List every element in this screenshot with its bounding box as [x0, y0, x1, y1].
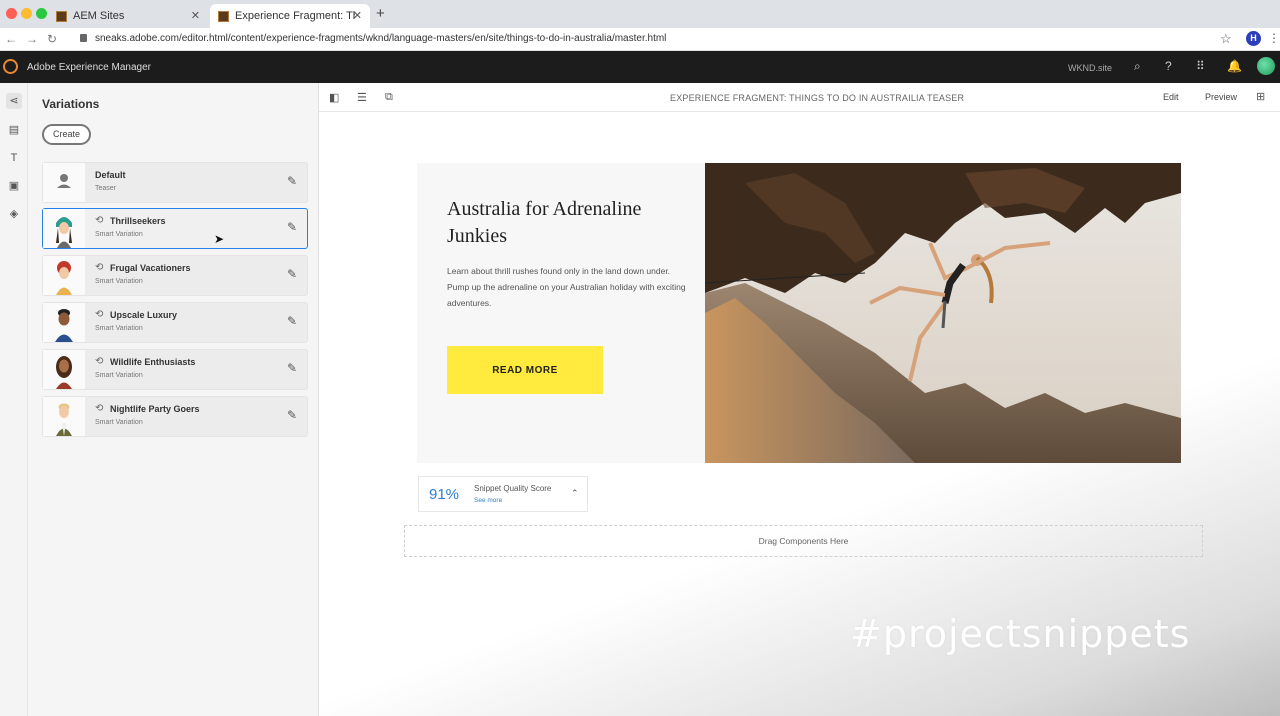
- browser-menu-icon[interactable]: ⋮: [1268, 31, 1280, 45]
- properties-sliders-icon[interactable]: ☰: [357, 91, 367, 104]
- variation-item-upscale-luxury[interactable]: ⟲ Upscale Luxury Smart Variation ✎: [42, 302, 308, 343]
- watermark-hashtag: #projectsnippets: [850, 612, 1191, 656]
- variation-name: Nightlife Party Goers: [110, 404, 200, 414]
- tab-title: Experience Fragment: Thi...: [235, 10, 355, 22]
- content-tree-icon[interactable]: T: [6, 150, 22, 166]
- smart-variation-icon: ⟲: [95, 309, 104, 320]
- back-icon[interactable]: ←: [5, 32, 17, 46]
- smart-variation-icon: ⟲: [95, 262, 104, 273]
- upscale-luxury-avatar: [43, 303, 85, 342]
- variation-item-thrillseekers[interactable]: ⟲ Thrillseekers Smart Variation ✎: [42, 208, 308, 249]
- variation-subtitle: Smart Variation: [95, 372, 143, 379]
- layers-icon[interactable]: ◈: [6, 206, 22, 222]
- nightlife-party-goer-avatar: [43, 397, 85, 436]
- edit-pencil-icon[interactable]: ✎: [287, 361, 297, 375]
- variation-subtitle: Smart Variation: [95, 325, 143, 332]
- variation-name: Default: [95, 170, 126, 180]
- annotations-icon[interactable]: ⊞: [1256, 90, 1265, 103]
- site-switcher[interactable]: WKND.site: [1068, 63, 1112, 73]
- teaser-title: Australia for Adrenaline Junkies: [447, 198, 642, 247]
- edit-pencil-icon[interactable]: ✎: [287, 220, 297, 234]
- search-icon[interactable]: ⌕: [1134, 59, 1141, 74]
- assets-icon[interactable]: ▤: [6, 122, 22, 138]
- close-tab-icon[interactable]: ✕: [353, 9, 362, 22]
- variation-subtitle: Teaser: [95, 185, 117, 192]
- drop-zone[interactable]: Drag Components Here: [404, 525, 1203, 557]
- editor-toolbar: ◧ ☰ ⧉ EXPERIENCE FRAGMENT: THINGS TO DO …: [319, 83, 1280, 112]
- variations-panel: Variations Create Default Teaser ✎ ⟲ Thr…: [28, 83, 319, 716]
- thrillseeker-avatar: [43, 209, 85, 248]
- apps-grid-icon[interactable]: ⠿: [1196, 59, 1205, 73]
- wildlife-enthusiast-avatar: [43, 350, 85, 389]
- snippet-quality-score-card[interactable]: 91% Snippet Quality Score See more ⌃: [418, 476, 588, 512]
- variation-subtitle: Smart Variation: [95, 278, 143, 285]
- edit-pencil-icon[interactable]: ✎: [287, 314, 297, 328]
- variation-name: Wildlife Enthusiasts: [110, 357, 196, 367]
- browser-tab-aem-sites[interactable]: AEM Sites ✕: [48, 4, 208, 28]
- aem-favicon-icon: [56, 10, 67, 22]
- default-user-icon: [43, 163, 85, 202]
- see-more-link[interactable]: See more: [474, 497, 502, 504]
- address-bar: ← → ↻ sneaks.adobe.com/editor.html/conte…: [0, 28, 1280, 51]
- smart-variation-icon: ⟲: [95, 356, 104, 367]
- bookmark-star-icon[interactable]: ☆: [1220, 31, 1232, 47]
- lock-icon: [80, 34, 87, 42]
- create-button[interactable]: Create: [42, 124, 91, 145]
- edit-pencil-icon[interactable]: ✎: [287, 267, 297, 281]
- minimize-window-button[interactable]: [21, 8, 32, 19]
- read-more-button[interactable]: READ MORE: [447, 346, 603, 394]
- tab-title: AEM Sites: [73, 10, 125, 22]
- notifications-bell-icon[interactable]: 🔔: [1227, 59, 1242, 73]
- components-icon[interactable]: ▣: [6, 178, 22, 194]
- frugal-vacationer-avatar: [43, 256, 85, 295]
- smart-variation-icon: ⟲: [95, 215, 104, 226]
- panel-title: Variations: [42, 97, 100, 111]
- climber-image: [705, 163, 1181, 463]
- preview-mode-button[interactable]: Preview: [1205, 92, 1237, 102]
- toggle-side-panel-icon[interactable]: ◧: [329, 91, 339, 104]
- emulator-icon[interactable]: ⧉: [385, 91, 393, 104]
- edit-pencil-icon[interactable]: ✎: [287, 174, 297, 188]
- variation-item-default[interactable]: Default Teaser ✎: [42, 162, 308, 203]
- new-tab-button[interactable]: +: [376, 5, 385, 22]
- help-icon[interactable]: ?: [1165, 59, 1172, 73]
- variation-name: Frugal Vacationers: [110, 263, 191, 273]
- variation-item-nightlife-party-goers[interactable]: ⟲ Nightlife Party Goers Smart Variation …: [42, 396, 308, 437]
- close-tab-icon[interactable]: ✕: [191, 9, 200, 22]
- score-label: Snippet Quality Score: [474, 484, 552, 493]
- variations-share-icon[interactable]: ⋖: [6, 93, 22, 109]
- maximize-window-button[interactable]: [36, 8, 47, 19]
- teaser-description: Learn about thrill rushes found only in …: [447, 266, 686, 308]
- url-text[interactable]: sneaks.adobe.com/editor.html/content/exp…: [95, 33, 666, 44]
- teaser-component[interactable]: Australia for Adrenaline Junkies Learn a…: [417, 163, 1181, 463]
- variation-name: Thrillseekers: [110, 216, 166, 226]
- edit-mode-button[interactable]: Edit: [1163, 92, 1179, 102]
- aem-logo-icon[interactable]: [3, 59, 18, 74]
- forward-icon[interactable]: →: [26, 32, 38, 46]
- browser-tab-bar: AEM Sites ✕ Experience Fragment: Thi... …: [0, 0, 1280, 28]
- close-window-button[interactable]: [6, 8, 17, 19]
- drop-zone-label: Drag Components Here: [758, 536, 849, 546]
- mouse-cursor-icon: ➤: [214, 232, 225, 246]
- variation-name: Upscale Luxury: [110, 310, 178, 320]
- score-percentage: 91%: [429, 486, 460, 503]
- aem-header: Adobe Experience Manager WKND.site ⌕ ? ⠿…: [0, 51, 1280, 83]
- page-title: EXPERIENCE FRAGMENT: THINGS TO DO IN AUS…: [670, 93, 965, 103]
- smart-variation-icon: ⟲: [95, 403, 104, 414]
- app-title[interactable]: Adobe Experience Manager: [27, 62, 151, 73]
- browser-tab-experience-fragment[interactable]: Experience Fragment: Thi... ✕: [210, 4, 370, 28]
- variation-item-wildlife-enthusiasts[interactable]: ⟲ Wildlife Enthusiasts Smart Variation ✎: [42, 349, 308, 390]
- edit-pencil-icon[interactable]: ✎: [287, 408, 297, 422]
- variation-subtitle: Smart Variation: [95, 231, 143, 238]
- aem-favicon-icon: [218, 10, 229, 22]
- user-avatar[interactable]: [1257, 57, 1275, 75]
- side-rail: ⋖ ▤ T ▣ ◈: [0, 83, 28, 716]
- variation-item-frugal-vacationers[interactable]: ⟲ Frugal Vacationers Smart Variation ✎: [42, 255, 308, 296]
- chevron-up-icon[interactable]: ⌃: [571, 488, 579, 499]
- reload-icon[interactable]: ↻: [47, 32, 57, 46]
- profile-avatar[interactable]: H: [1246, 31, 1261, 46]
- variation-subtitle: Smart Variation: [95, 419, 143, 426]
